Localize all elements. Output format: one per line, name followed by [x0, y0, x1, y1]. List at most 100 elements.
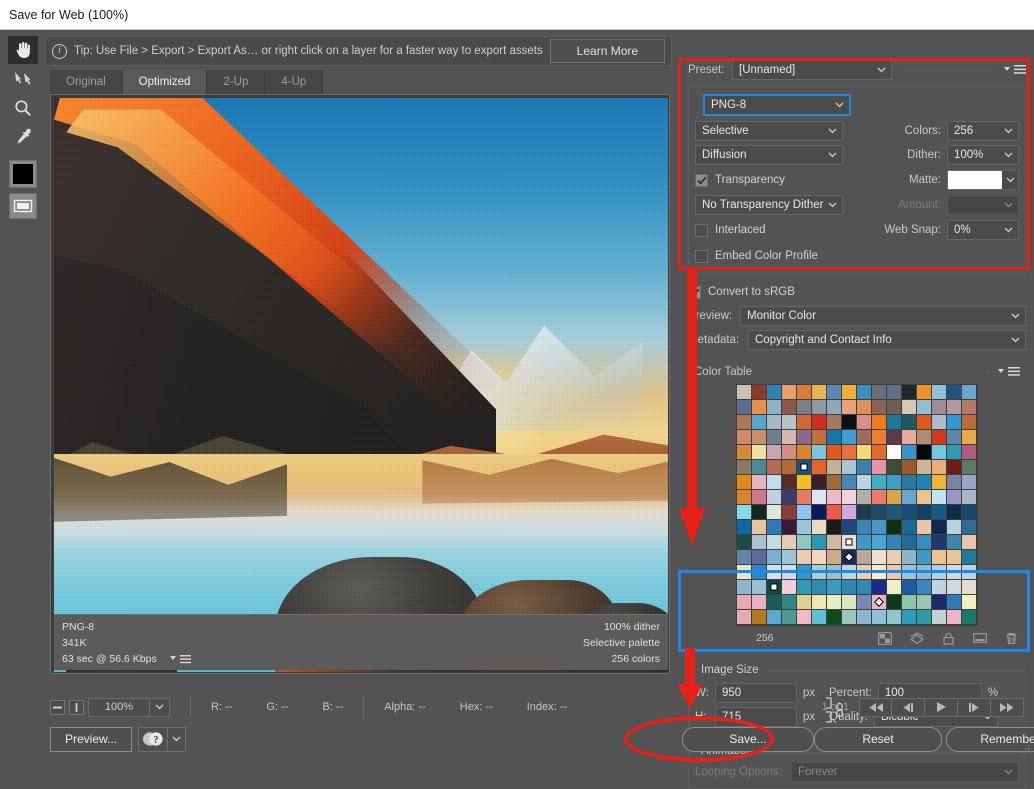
color-table-swatch[interactable]	[767, 595, 782, 610]
color-table-swatch[interactable]	[737, 595, 752, 610]
color-table-swatch[interactable]	[857, 550, 872, 565]
play-button[interactable]	[925, 697, 958, 717]
help-browser-icon[interactable]: ?	[138, 726, 168, 752]
color-table-swatch[interactable]	[857, 475, 872, 490]
color-table-swatch[interactable]	[962, 400, 977, 415]
color-table-swatch[interactable]	[887, 460, 902, 475]
shift-web-palette-icon[interactable]	[910, 631, 924, 645]
zoom-level-dropdown[interactable]	[150, 697, 170, 717]
color-table-swatch[interactable]	[782, 505, 797, 520]
color-table-swatch[interactable]	[857, 430, 872, 445]
color-table-swatch[interactable]	[857, 460, 872, 475]
color-table-swatch[interactable]	[917, 535, 932, 550]
zoom-level-input[interactable]: 100%	[88, 697, 150, 717]
color-table-swatch[interactable]	[752, 400, 767, 415]
tab-4up[interactable]: 4-Up	[265, 70, 324, 94]
color-table-swatch[interactable]	[782, 580, 797, 595]
color-table-swatch[interactable]	[767, 445, 782, 460]
color-table-swatch[interactable]	[917, 520, 932, 535]
color-table-swatch[interactable]	[797, 385, 812, 400]
color-table-swatch[interactable]	[842, 565, 857, 580]
color-table-swatch[interactable]	[917, 475, 932, 490]
color-table-swatch[interactable]	[932, 385, 947, 400]
color-table-swatch[interactable]	[827, 415, 842, 430]
color-table-swatch[interactable]	[797, 490, 812, 505]
web-snap-select[interactable]: 0%	[947, 220, 1019, 240]
color-table-swatch[interactable]	[752, 550, 767, 565]
color-table-swatch[interactable]	[737, 415, 752, 430]
color-table-swatch[interactable]	[827, 565, 842, 580]
color-table-swatch[interactable]	[842, 490, 857, 505]
color-table-swatch[interactable]	[812, 535, 827, 550]
color-table-swatch[interactable]	[887, 610, 902, 625]
color-table-swatch[interactable]	[947, 490, 962, 505]
color-table-swatch[interactable]	[902, 460, 917, 475]
color-table-swatch[interactable]	[857, 580, 872, 595]
color-table-swatch[interactable]	[932, 430, 947, 445]
color-table-swatch[interactable]	[827, 580, 842, 595]
color-table-swatch[interactable]	[737, 535, 752, 550]
color-table-swatch[interactable]	[947, 400, 962, 415]
tab-optimized[interactable]: Optimized	[122, 70, 208, 94]
color-table-swatch[interactable]	[932, 490, 947, 505]
color-table-swatch[interactable]	[887, 385, 902, 400]
embed-color-profile-checkbox[interactable]	[695, 249, 708, 263]
previous-frame-button[interactable]	[892, 697, 925, 717]
color-table-swatch[interactable]	[932, 550, 947, 565]
color-table-swatch[interactable]	[917, 610, 932, 625]
color-table-swatch[interactable]	[812, 415, 827, 430]
color-table-swatch[interactable]	[962, 535, 977, 550]
color-table-swatch[interactable]	[842, 595, 857, 610]
color-table-swatch[interactable]	[812, 520, 827, 535]
color-table-swatch[interactable]	[752, 430, 767, 445]
first-frame-button[interactable]	[859, 697, 892, 717]
color-table-swatch[interactable]	[902, 415, 917, 430]
color-table-swatch[interactable]	[827, 595, 842, 610]
color-table-swatch[interactable]	[767, 400, 782, 415]
color-table-swatch[interactable]	[932, 475, 947, 490]
color-table-swatch[interactable]	[932, 580, 947, 595]
color-table-swatch[interactable]	[827, 520, 842, 535]
color-table-swatch[interactable]	[857, 385, 872, 400]
color-table-swatch[interactable]	[737, 610, 752, 625]
color-table-swatch[interactable]	[947, 385, 962, 400]
color-table-swatch[interactable]	[827, 385, 842, 400]
color-table-swatch[interactable]	[902, 385, 917, 400]
color-table-swatch[interactable]	[872, 535, 887, 550]
color-table-swatch[interactable]	[752, 505, 767, 520]
color-table-swatch[interactable]	[842, 415, 857, 430]
color-table-swatch[interactable]	[962, 490, 977, 505]
file-format-select[interactable]: PNG-8	[703, 94, 851, 116]
color-table-swatch[interactable]	[947, 565, 962, 580]
color-table-swatch[interactable]	[812, 445, 827, 460]
color-table-swatch[interactable]	[767, 430, 782, 445]
color-table-swatch[interactable]	[797, 445, 812, 460]
color-table-swatch[interactable]	[932, 565, 947, 580]
color-table-swatch[interactable]	[812, 610, 827, 625]
color-table-swatch[interactable]	[947, 535, 962, 550]
color-table-swatch[interactable]	[902, 475, 917, 490]
color-table-swatch[interactable]	[887, 565, 902, 580]
color-table-swatch[interactable]	[857, 490, 872, 505]
color-table-swatch[interactable]	[872, 490, 887, 505]
tab-original[interactable]: Original	[50, 70, 123, 94]
color-table-swatch[interactable]	[962, 565, 977, 580]
color-table-swatch[interactable]	[827, 610, 842, 625]
color-table-swatch[interactable]	[767, 490, 782, 505]
preview-button[interactable]: Preview...	[50, 726, 132, 752]
preview-select[interactable]: Monitor Color	[740, 306, 1026, 326]
color-table-swatch[interactable]	[782, 385, 797, 400]
color-table-swatch[interactable]	[872, 520, 887, 535]
color-table-swatch[interactable]	[872, 400, 887, 415]
color-table-swatch[interactable]	[797, 580, 812, 595]
toggle-slices-visibility-button[interactable]	[9, 193, 37, 219]
color-table-swatch[interactable]	[932, 595, 947, 610]
color-table-swatch[interactable]	[767, 565, 782, 580]
new-color-icon[interactable]	[973, 632, 987, 644]
resize-grip-icon[interactable]	[1021, 744, 1031, 754]
color-table-swatch[interactable]	[872, 505, 887, 520]
color-table-swatch[interactable]	[962, 445, 977, 460]
color-table-swatch[interactable]	[842, 475, 857, 490]
color-table-swatch[interactable]	[917, 550, 932, 565]
color-table-swatch[interactable]	[797, 595, 812, 610]
